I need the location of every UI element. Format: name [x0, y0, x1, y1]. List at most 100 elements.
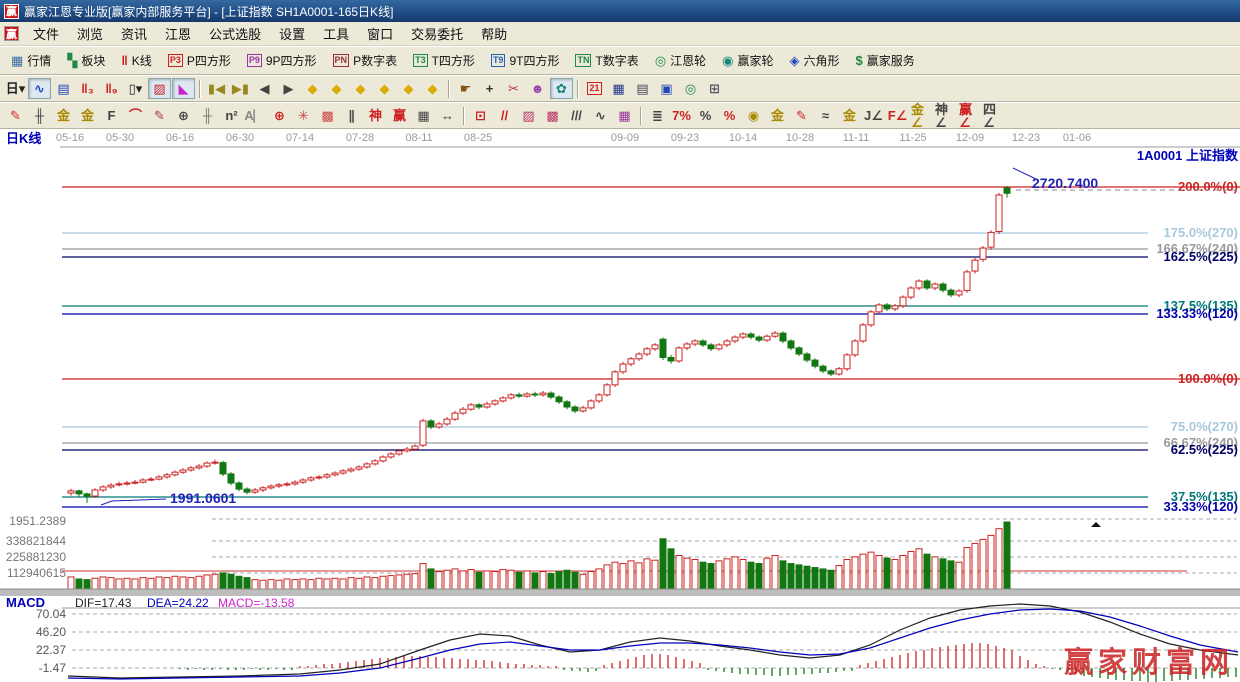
p-square-button[interactable]: P3P四方形: [161, 49, 238, 72]
sectors-button[interactable]: ▚板块: [60, 49, 112, 72]
period-dropdown-icon[interactable]: 日▾: [4, 78, 27, 99]
hand-icon[interactable]: ☛: [454, 78, 477, 99]
gold-ratio-icon: 金: [57, 109, 70, 122]
percent-strike-icon[interactable]: 7%: [670, 105, 693, 126]
gann-wheel-button[interactable]: ◎江恩轮: [648, 49, 713, 72]
gold-underline-icon[interactable]: 金: [766, 105, 789, 126]
number-grid-icon[interactable]: ▦: [412, 105, 435, 126]
volume-bar: [76, 579, 82, 589]
width-arrow-icon[interactable]: ↔: [436, 105, 459, 126]
prev-bar-icon[interactable]: ◀: [253, 78, 276, 99]
compass-icon[interactable]: ⊕: [268, 105, 291, 126]
menu-item-工具[interactable]: 工具: [314, 21, 358, 46]
kline-chart-canvas[interactable]: 05-1605-3006-1606-3007-1407-2808-1108-25…: [0, 129, 1240, 682]
hexagon-button[interactable]: ◈六角形: [783, 49, 847, 72]
grid-area2-icon[interactable]: ▩: [541, 105, 564, 126]
diamond-zoomin-icon[interactable]: ◆: [397, 78, 420, 99]
draw-brush-icon[interactable]: ✎: [4, 105, 27, 126]
gold-ratio2-icon[interactable]: 金: [76, 105, 99, 126]
kline-button[interactable]: ‖K线: [114, 49, 158, 72]
n2-icon[interactable]: n²: [220, 105, 243, 126]
crosshair-icon[interactable]: +: [478, 78, 501, 99]
go-last-icon[interactable]: ▶▮: [229, 78, 252, 99]
menu-item-帮助[interactable]: 帮助: [472, 21, 516, 46]
menu-item-公式选股[interactable]: 公式选股: [200, 21, 270, 46]
candle-body: [844, 355, 850, 369]
shen-grid-icon[interactable]: 神: [364, 105, 387, 126]
percent-red-icon[interactable]: %: [718, 105, 741, 126]
macd-dif-line: [68, 604, 1238, 678]
web-grid-icon[interactable]: ▩: [316, 105, 339, 126]
go-first-icon[interactable]: ▮◀: [205, 78, 228, 99]
winner-wheel-button[interactable]: ◉赢家轮: [715, 49, 780, 72]
diamond-shrink-icon[interactable]: ◆: [373, 78, 396, 99]
si-angle-icon[interactable]: 四∠: [982, 105, 1005, 126]
diamond-zoomout-icon[interactable]: ◆: [421, 78, 444, 99]
volume-bar: [348, 578, 354, 589]
9t-square-button[interactable]: T99T四方形: [484, 49, 567, 72]
face-tool-icon[interactable]: ☻: [526, 78, 549, 99]
arc-tool-icon[interactable]: ⌒: [124, 105, 147, 126]
gold-ratio-icon[interactable]: 金: [52, 105, 75, 126]
diamond-expand-icon[interactable]: ◆: [349, 78, 372, 99]
gann-lines-icon[interactable]: ╫: [28, 105, 51, 126]
gold-circle-icon[interactable]: ◉: [742, 105, 765, 126]
purple-grid-icon[interactable]: ▦: [613, 105, 636, 126]
j-angle-icon[interactable]: J∠: [862, 105, 885, 126]
scissors-icon[interactable]: ✂: [502, 78, 525, 99]
menu-item-浏览[interactable]: 浏览: [68, 21, 112, 46]
winner-service-button[interactable]: $赢家服务: [849, 49, 922, 72]
double-wave-icon[interactable]: ≈: [814, 105, 837, 126]
ink-brush-icon[interactable]: ✎: [790, 105, 813, 126]
zigzag-chart-icon[interactable]: ∿: [28, 78, 51, 99]
calendar-icon[interactable]: 21: [583, 78, 606, 99]
pencil-tool-icon[interactable]: ✎: [148, 105, 171, 126]
globe-icon[interactable]: ◎: [679, 78, 702, 99]
ying-angle-icon[interactable]: 赢∠: [958, 105, 981, 126]
calculator-icon[interactable]: ▦: [607, 78, 630, 99]
gold-line-icon[interactable]: 金: [838, 105, 861, 126]
printer-icon[interactable]: ⊞: [703, 78, 726, 99]
gold-angle-icon[interactable]: 金∠: [910, 105, 933, 126]
wave3-icon[interactable]: ‖₃: [76, 78, 99, 99]
diamond-left-icon[interactable]: ◆: [301, 78, 324, 99]
color-chart-icon[interactable]: ◣: [172, 78, 195, 99]
menu-item-文件[interactable]: 文件: [24, 21, 68, 46]
notepad-icon[interactable]: ▤: [631, 78, 654, 99]
quotes-button[interactable]: ▦行情: [4, 49, 58, 72]
f-angle-icon[interactable]: F∠: [886, 105, 909, 126]
menu-item-江恩[interactable]: 江恩: [156, 21, 200, 46]
diamond-right-icon[interactable]: ◆: [325, 78, 348, 99]
spiderweb-icon[interactable]: ✳: [292, 105, 315, 126]
grid-lines-icon[interactable]: ╫: [196, 105, 219, 126]
rect-select-icon[interactable]: ⊡: [469, 105, 492, 126]
menu-item-窗口[interactable]: 窗口: [358, 21, 402, 46]
wave9-icon[interactable]: ‖₉: [100, 78, 123, 99]
wave-tool-icon[interactable]: ∿: [589, 105, 612, 126]
shen-angle-icon[interactable]: 神∠: [934, 105, 957, 126]
note-panel-icon[interactable]: ▤: [52, 78, 75, 99]
candle-body: [644, 349, 650, 354]
gap-marker-icon[interactable]: ∥: [340, 105, 363, 126]
mirror-icon[interactable]: A⎸: [244, 105, 267, 126]
p-table-button[interactable]: PNP数字表: [326, 49, 405, 72]
fan-rays-icon[interactable]: //: [493, 105, 516, 126]
menu-item-交易委托[interactable]: 交易委托: [402, 21, 472, 46]
brain-tool-icon[interactable]: ✿: [550, 78, 573, 99]
pattern-box-icon[interactable]: ▨: [148, 78, 171, 99]
steps-icon[interactable]: ≣: [646, 105, 669, 126]
percent-icon[interactable]: %: [694, 105, 717, 126]
next-bar-icon[interactable]: ▶: [277, 78, 300, 99]
menu-item-资讯[interactable]: 资讯: [112, 21, 156, 46]
cycle-circle-icon[interactable]: ⊕: [172, 105, 195, 126]
grid-area-icon[interactable]: ▨: [517, 105, 540, 126]
t-square-button[interactable]: T3T四方形: [406, 49, 482, 72]
ying-grid-icon[interactable]: 赢: [388, 105, 411, 126]
save-icon[interactable]: ▣: [655, 78, 678, 99]
fib-lines-icon[interactable]: F: [100, 105, 123, 126]
t-table-button[interactable]: TNT数字表: [568, 49, 645, 72]
menu-item-设置[interactable]: 设置: [270, 21, 314, 46]
candle-style-dropdown-icon[interactable]: ▯▾: [124, 78, 147, 99]
9p-square-button[interactable]: P99P四方形: [240, 49, 324, 72]
trend-lines-icon[interactable]: ///: [565, 105, 588, 126]
